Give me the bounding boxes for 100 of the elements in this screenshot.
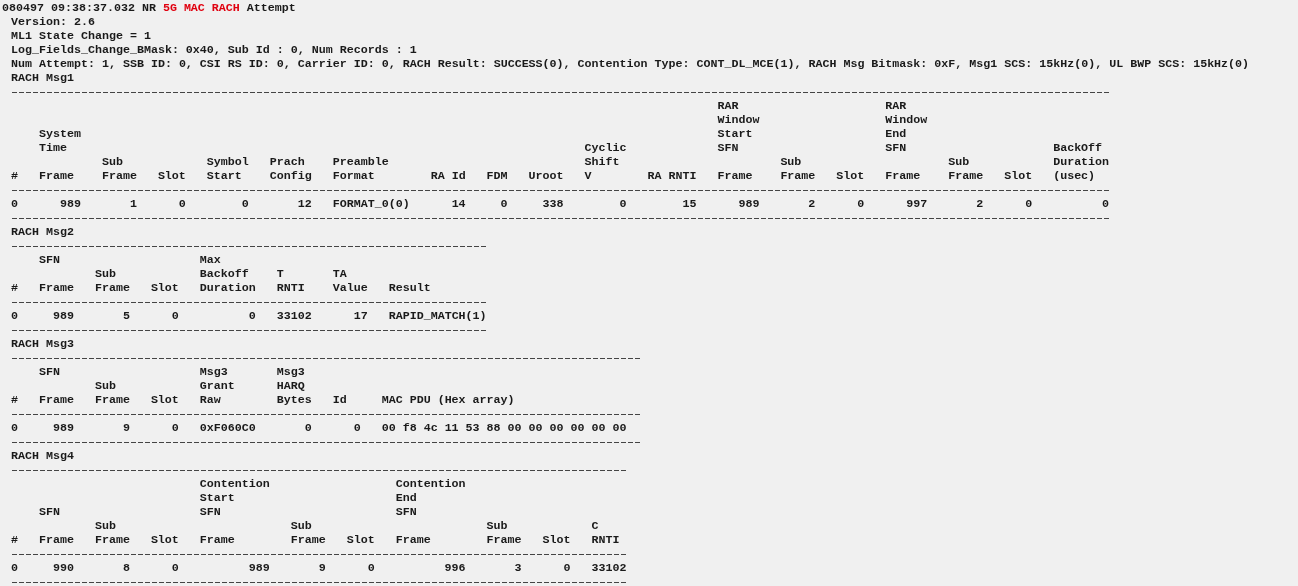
column-header: MAC PDU (Hex array) [381,393,515,407]
column-header: Slot [157,169,186,183]
table-cell: 2 [976,197,984,211]
table-cell: 989 [248,561,270,575]
column-header: RA RNTI [647,169,697,183]
table-cell: 3 [514,561,522,575]
column-header: Sub Frame [948,155,984,183]
column-header: T RNTI [276,267,305,295]
log-header: 080497 09:38:37.032 NR 5G MAC RACH Attempt [2,1,297,15]
table-cell: 0 [171,421,179,435]
column-header: Slot [150,533,179,547]
table-cell: 33102 [591,561,627,575]
column-header: Frame [38,169,74,183]
info-line: Log_Fields_Change_BMask: 0x40, Sub Id : 0, Num Records : 1 [11,43,418,57]
table-cell: FORMAT_0(0) [332,197,410,211]
table-cell: 0 [500,197,508,211]
column-header: Sub Frame [486,519,522,547]
table-cell: 0 [11,197,18,211]
column-header: # [11,281,18,295]
table-cell: 0 [304,421,312,435]
column-header: Msg3 Grant Raw [199,365,235,407]
table-cell: 9 [318,561,326,575]
column-header: Id [332,393,347,407]
table-cell: RAPID_MATCH(1) [388,309,487,323]
column-group-header: RAR Window End SFN [885,99,929,155]
table-cell: 0 [241,197,249,211]
column-header: Slot [542,533,571,547]
column-header: Slot [346,533,375,547]
table-cell: 0 [248,309,256,323]
table-cell: 989 [738,197,760,211]
table-cell: 989 [59,197,81,211]
table-cell: 0 [178,197,186,211]
table-cell: 997 [906,197,928,211]
column-header: Frame [38,281,74,295]
column-header: TA Value [332,267,368,295]
column-group-header: SFN [38,365,61,379]
column-header: Frame [38,533,74,547]
column-header: Sub Frame [94,379,130,407]
info-line: ML1 State Change = 1 [11,29,152,43]
column-group-header: SFN [38,253,61,267]
column-header: BackOff Duration (usec) [1053,141,1110,183]
table-cell: 33102 [276,309,312,323]
table-cell: 5 [122,309,130,323]
table-cell: 0 [1102,197,1110,211]
column-header: Slot [836,169,865,183]
column-group-header: System Time [38,127,82,155]
table-cell: 0 [11,561,18,575]
table-cell: 0 [353,421,361,435]
column-header: Sub Frame [94,267,130,295]
column-group-header: SFN [38,505,61,519]
column-header: Frame [885,169,921,183]
table-cell: 996 [444,561,466,575]
table-cell: 0 [11,421,18,435]
column-group-header: Contention End SFN [395,477,467,519]
column-header: Sub Frame [290,519,326,547]
info-line: Version: 2.6 [11,15,96,29]
table-cell: 0 [1025,197,1033,211]
table-cell: 0 [171,309,179,323]
table-cell: 1 [129,197,137,211]
column-group-header: Contention Start SFN [199,477,271,519]
table-cell: 0xF060C0 [199,421,256,435]
column-header: Frame [199,533,235,547]
table-cell: 14 [451,197,466,211]
column-header: Max Backoff Duration [199,253,256,295]
table-cell: 989 [52,309,74,323]
column-header: Slot [150,281,179,295]
table-cell: 990 [52,561,74,575]
column-header: Sub Frame [94,519,130,547]
section-title: RACH Msg1 [11,71,75,85]
table-cell: 0 [619,197,627,211]
column-header: Msg3 HARQ Bytes [276,365,312,407]
section-title: RACH Msg3 [11,337,75,351]
column-header: Slot [1004,169,1033,183]
table-cell: 989 [52,421,74,435]
table-cell: 00 f8 4c 11 53 88 00 00 00 00 00 00 [381,421,627,435]
column-header: Preamble Format [332,155,389,183]
column-header: Uroot [528,169,564,183]
table-cell: 0 [171,561,179,575]
table-cell: 15 [682,197,697,211]
table-cell: 0 [563,561,571,575]
column-header: RA Id [430,169,466,183]
column-header: # [11,533,18,547]
column-header: Result [388,281,431,295]
table-cell: 8 [122,561,130,575]
column-header: # [11,393,18,407]
column-group-header: RAR Window Start SFN [717,99,761,155]
column-header: Frame [717,169,753,183]
column-header: Slot [150,393,179,407]
column-header: Sub Frame [101,155,137,183]
section-title: RACH Msg4 [11,449,75,463]
column-header: Prach Config [269,155,312,183]
section-title: RACH Msg2 [11,225,75,239]
table-cell: 0 [11,309,18,323]
table-cell: 0 [367,561,375,575]
table-cell: 9 [122,421,130,435]
column-header: Symbol Start [206,155,249,183]
table-cell: 17 [353,309,368,323]
column-header: Sub Frame [780,155,816,183]
table-cell: 12 [297,197,312,211]
column-header: Frame [395,533,431,547]
